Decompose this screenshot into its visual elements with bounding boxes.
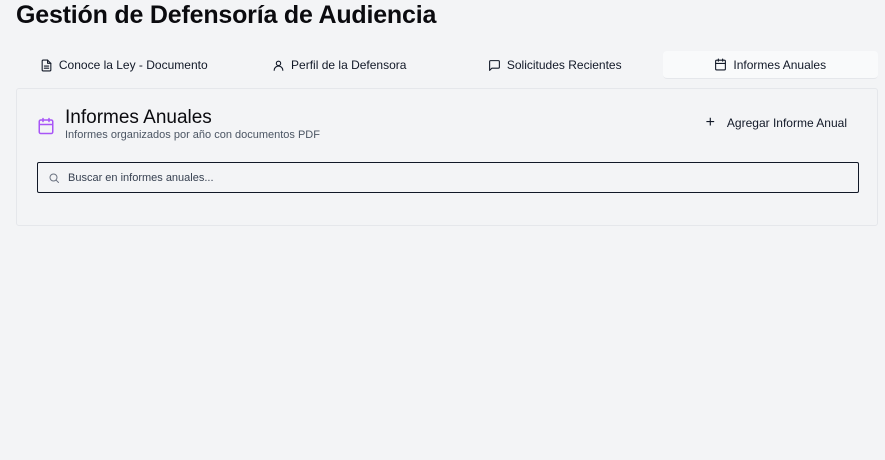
page-title: Gestión de Defensoría de Audiencia [16, 1, 437, 29]
calendar-icon [38, 117, 54, 135]
annual-reports-card: Informes Anuales Informes organizados po… [16, 88, 878, 226]
card-title: Informes Anuales [65, 107, 212, 128]
message-icon [488, 59, 500, 71]
tab-conoce-la-ley[interactable]: Conoce la Ley - Documento [16, 51, 232, 79]
plus-icon: + [705, 114, 715, 131]
search-input[interactable] [68, 171, 858, 184]
tab-informes-anuales[interactable]: Informes Anuales [662, 51, 878, 79]
tab-perfil-defensora[interactable]: Perfil de la Defensora [232, 51, 448, 79]
add-annual-report-button[interactable]: + Agregar Informe Anual [706, 115, 847, 131]
tab-label: Informes Anuales [733, 57, 827, 72]
calendar-icon [715, 58, 727, 71]
document-icon [41, 59, 52, 71]
tab-label: Solicitudes Recientes [506, 58, 622, 72]
card-subtitle: Informes organizados por año con documen… [65, 129, 320, 141]
user-icon [273, 60, 284, 71]
tab-label: Perfil de la Defensora [291, 58, 407, 72]
search-box [37, 162, 859, 193]
tab-label: Conoce la Ley - Documento [58, 58, 208, 72]
tab-solicitudes-recientes[interactable]: Solicitudes Recientes [447, 51, 663, 79]
search-icon [49, 173, 59, 183]
tab-bar: Conoce la Ley - Documento Perfil de la D… [16, 51, 878, 79]
add-button-label: Agregar Informe Anual [726, 116, 847, 130]
